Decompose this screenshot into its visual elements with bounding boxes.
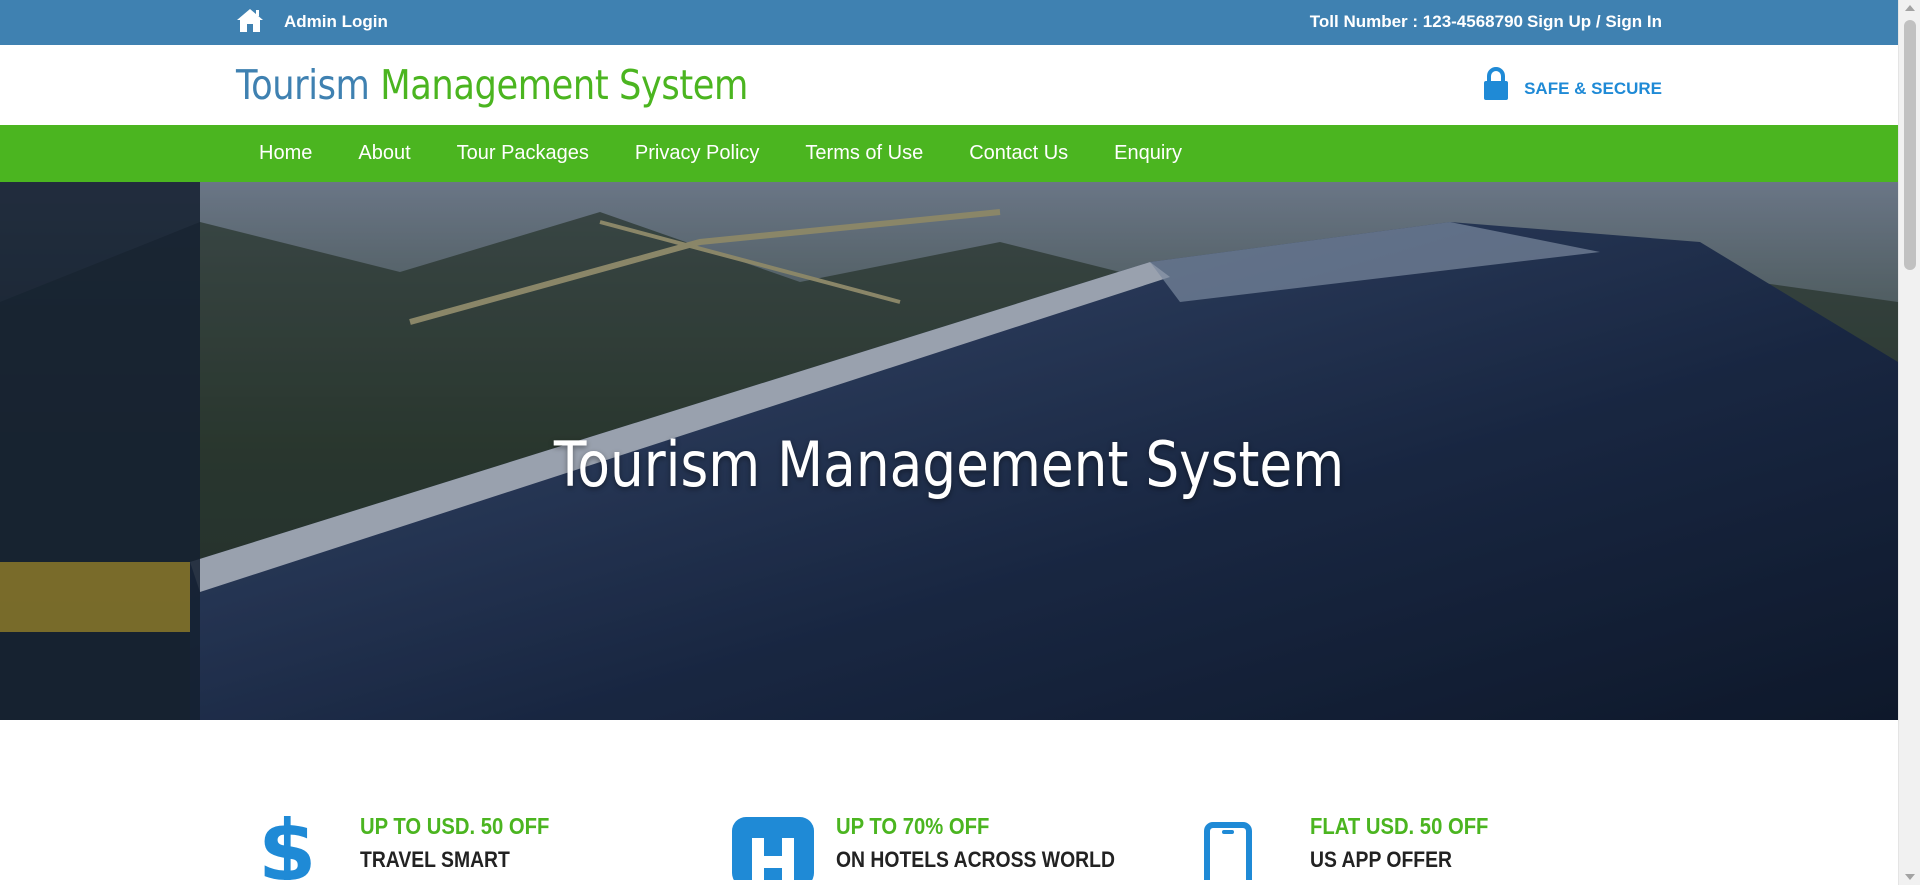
admin-login-link[interactable]: Admin Login <box>284 12 388 32</box>
page-scrollbar[interactable] <box>1898 0 1920 885</box>
main-navigation: Home About Tour Packages Privacy Policy … <box>0 125 1898 182</box>
site-header: Tourism Management System SAFE & SECURE <box>0 45 1898 125</box>
lock-icon <box>1484 67 1509 100</box>
offer-title: UP TO USD. 50 OFF <box>360 813 550 839</box>
toll-number: Toll Number : 123-4568790 <box>1309 12 1523 31</box>
scrollbar-thumb[interactable] <box>1904 20 1916 270</box>
scroll-up-icon[interactable] <box>1905 5 1915 11</box>
nav-item-home[interactable]: Home <box>236 142 335 165</box>
dollar-icon: $ <box>258 810 314 880</box>
offer-subtitle: US APP OFFER <box>1310 847 1452 872</box>
scroll-down-icon[interactable] <box>1905 874 1915 880</box>
nav-item-enquiry[interactable]: Enquiry <box>1091 142 1205 165</box>
hotel-icon <box>732 817 814 880</box>
offer-subtitle: TRAVEL SMART <box>360 847 510 872</box>
home-icon[interactable] <box>236 7 264 33</box>
nav-item-contact-us[interactable]: Contact Us <box>946 142 1091 165</box>
sign-up-sign-in-link[interactable]: Sign Up / Sign In <box>1527 12 1662 32</box>
offers-section: $ UP TO USD. 50 OFF TRAVEL SMART UP TO 7… <box>0 720 1898 885</box>
hero-banner: Tourism Management System <box>0 182 1898 720</box>
nav-item-about[interactable]: About <box>335 142 433 165</box>
mobile-phone-icon <box>1204 822 1252 880</box>
svg-text:$: $ <box>258 810 314 880</box>
logo-words-management-system: Management System <box>380 61 748 109</box>
safe-secure-label: SAFE & SECURE <box>1524 79 1662 98</box>
logo-word-tourism: Tourism <box>236 61 370 109</box>
nav-item-tour-packages[interactable]: Tour Packages <box>434 142 612 165</box>
site-logo[interactable]: Tourism Management System <box>236 61 748 109</box>
safe-secure-badge: SAFE & SECURE <box>1482 67 1662 101</box>
offer-subtitle: ON HOTELS ACROSS WORLD <box>836 847 1115 872</box>
offer-title: UP TO 70% OFF <box>836 813 990 839</box>
nav-item-terms-of-use[interactable]: Terms of Use <box>782 142 946 165</box>
offer-title: FLAT USD. 50 OFF <box>1310 813 1489 839</box>
hero-title: Tourism Management System <box>553 428 1345 501</box>
nav-item-privacy-policy[interactable]: Privacy Policy <box>612 142 782 165</box>
top-bar: Admin Login Toll Number : 123-4568790 Si… <box>0 0 1898 45</box>
